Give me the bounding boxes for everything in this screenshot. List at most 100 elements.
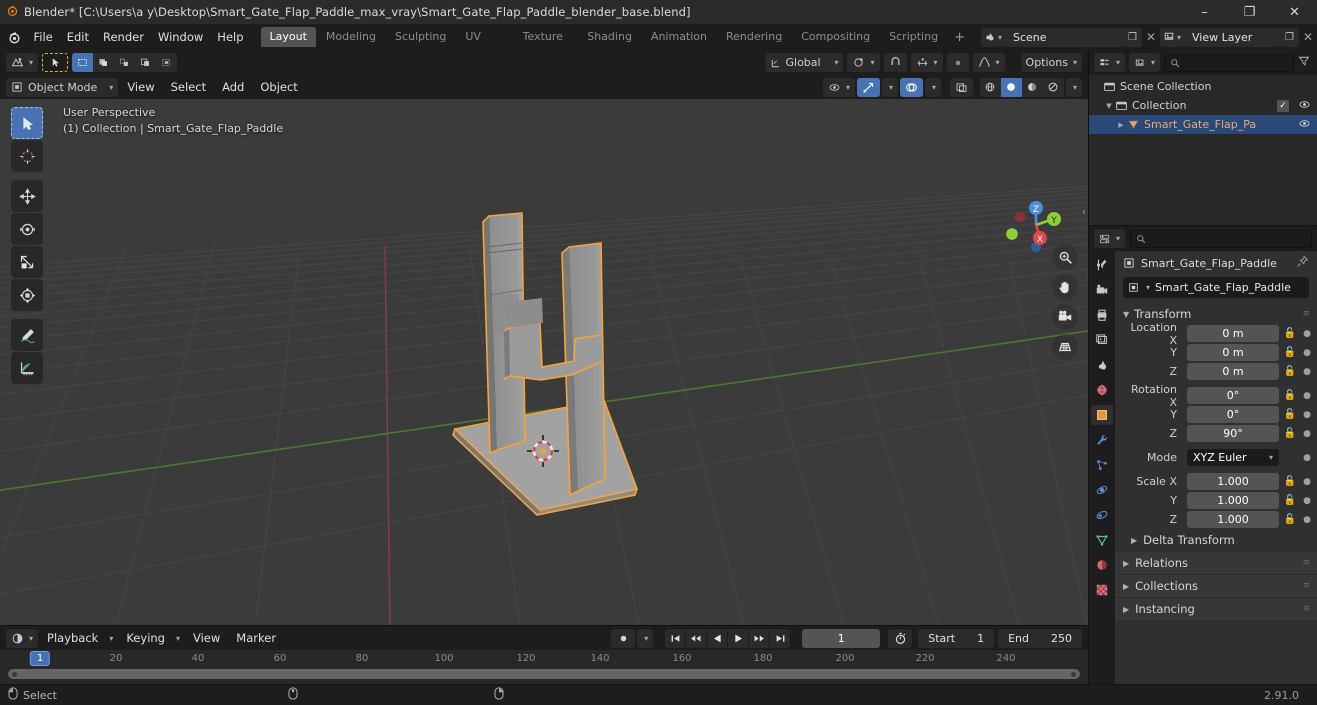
timeline-menu-playback[interactable]: Playback: [40, 629, 105, 648]
pan-hand-icon[interactable]: [1052, 274, 1078, 300]
tab-sculpting[interactable]: Sculpting: [386, 27, 455, 47]
proportional-edit-icon[interactable]: [946, 53, 969, 72]
prev-keyframe-button[interactable]: [686, 628, 707, 648]
location-z-field[interactable]: 0 m: [1187, 363, 1279, 380]
properties-tab-physics[interactable]: [1091, 480, 1113, 500]
timeline-scrollbar[interactable]: [8, 669, 1080, 679]
jump-to-start-button[interactable]: [665, 628, 686, 648]
annotate-tool[interactable]: [11, 319, 43, 351]
lock-icon[interactable]: 🔓: [1283, 428, 1297, 439]
properties-tab-tool[interactable]: [1091, 255, 1113, 275]
scale-y-field[interactable]: 1.000: [1187, 492, 1279, 509]
frame-range-start[interactable]: Start 1: [918, 628, 995, 648]
scale-z-field[interactable]: 1.000: [1187, 511, 1279, 528]
outliner-search-input[interactable]: [1164, 53, 1294, 72]
play-reverse-button[interactable]: [707, 628, 728, 648]
overlays-toggle-button[interactable]: [899, 77, 923, 97]
outliner-row-collection[interactable]: ▼ Collection ✓: [1089, 96, 1317, 115]
rotate-tool[interactable]: [11, 213, 43, 245]
viewport-menu-object[interactable]: Object: [253, 78, 304, 97]
tab-rendering[interactable]: Rendering: [717, 27, 791, 47]
shading-material-preview-icon[interactable]: [1022, 78, 1043, 97]
tab-compositing[interactable]: Compositing: [792, 27, 879, 47]
current-frame-field[interactable]: 1: [802, 628, 881, 648]
select-difference-icon[interactable]: [156, 53, 177, 72]
timeline-menu-view[interactable]: View: [186, 629, 227, 648]
transform-orientation-dropdown[interactable]: Global ▾: [765, 53, 844, 72]
transform-panel-header[interactable]: ▼ Transform ≡: [1115, 304, 1317, 324]
animate-property-dot[interactable]: ●: [1301, 515, 1313, 525]
scale-tool[interactable]: [11, 246, 43, 278]
move-tool[interactable]: [11, 180, 43, 212]
shading-options-dropdown[interactable]: ▾: [1065, 77, 1082, 97]
menu-window[interactable]: Window: [151, 27, 210, 47]
properties-tab-view-layer[interactable]: [1091, 330, 1113, 350]
animate-property-dot[interactable]: ●: [1301, 348, 1313, 358]
eye-icon[interactable]: [1298, 98, 1311, 114]
tab-scripting[interactable]: Scripting: [880, 27, 947, 47]
shading-solid-icon[interactable]: [1000, 77, 1022, 97]
animate-property-dot[interactable]: ●: [1301, 391, 1313, 401]
instancing-panel[interactable]: ▶ Instancing ≡: [1115, 597, 1317, 620]
timeline-menu-marker[interactable]: Marker: [229, 629, 283, 648]
view-layer-name-field[interactable]: View Layer: [1184, 27, 1280, 47]
viewport-menu-view[interactable]: View: [120, 78, 161, 97]
animate-property-dot[interactable]: ●: [1301, 429, 1313, 439]
properties-tab-scene[interactable]: [1091, 355, 1113, 375]
location-y-field[interactable]: 0 m: [1187, 344, 1279, 361]
select-subtract-icon[interactable]: [114, 53, 135, 72]
collections-panel[interactable]: ▶ Collections ≡: [1115, 574, 1317, 597]
tab-animation[interactable]: Animation: [642, 27, 716, 47]
tab-texture-paint[interactable]: Texture Paint: [514, 27, 578, 63]
eye-icon[interactable]: [1298, 117, 1311, 133]
auto-keying-options-dropdown[interactable]: ▾: [637, 628, 654, 648]
tab-modeling[interactable]: Modeling: [317, 27, 385, 47]
scale-x-field[interactable]: 1.000: [1187, 473, 1279, 490]
menu-edit[interactable]: Edit: [60, 27, 96, 47]
viewport-options-dropdown[interactable]: Options ▾: [1020, 53, 1082, 72]
timeline-menu-keying[interactable]: Keying: [119, 629, 172, 648]
frame-range-end[interactable]: End 250: [998, 628, 1082, 648]
close-button[interactable]: ✕: [1272, 0, 1317, 24]
outliner-row-object[interactable]: ▶ Smart_Gate_Flap_Pa: [1089, 115, 1317, 134]
auto-keying-icon[interactable]: [611, 628, 636, 648]
visibility-dropdown[interactable]: ▾: [822, 77, 855, 97]
tweak-select-tool[interactable]: [11, 107, 43, 139]
tab-shading[interactable]: Shading: [578, 27, 641, 47]
properties-tab-object[interactable]: [1091, 405, 1113, 425]
object-name-field[interactable]: ▾ Smart_Gate_Flap_Paddle: [1123, 277, 1309, 298]
lock-icon[interactable]: 🔓: [1283, 347, 1297, 358]
remove-view-layer-button[interactable]: ✕: [1299, 28, 1317, 47]
animate-property-dot[interactable]: ●: [1301, 496, 1313, 506]
properties-tab-world[interactable]: [1091, 380, 1113, 400]
remove-scene-button[interactable]: ✕: [1142, 28, 1160, 47]
relations-panel[interactable]: ▶ Relations ≡: [1115, 551, 1317, 574]
properties-tab-modifiers[interactable]: [1091, 430, 1113, 450]
outliner-editor-type-icon[interactable]: ▾: [1094, 53, 1126, 72]
shading-rendered-icon[interactable]: [1043, 78, 1064, 97]
use-preview-range-icon[interactable]: [888, 628, 913, 648]
scene-name-field[interactable]: Scene: [1004, 27, 1123, 47]
minimize-button[interactable]: –: [1182, 0, 1227, 24]
cursor-tool[interactable]: [11, 140, 43, 172]
lock-icon[interactable]: 🔓: [1283, 495, 1297, 506]
proportional-falloff-dropdown[interactable]: ▾: [972, 53, 1005, 72]
add-workspace-button[interactable]: +: [948, 30, 971, 45]
blender-menu-icon[interactable]: [2, 24, 26, 50]
sidebar-collapse-arrow-icon[interactable]: ‹: [1082, 205, 1086, 218]
rotation-z-field[interactable]: 90°: [1187, 425, 1279, 442]
animate-property-dot[interactable]: ●: [1301, 477, 1313, 487]
rotation-mode-dropdown[interactable]: XYZ Euler ▾: [1187, 449, 1279, 466]
select-intersect-icon[interactable]: [135, 53, 156, 72]
menu-render[interactable]: Render: [96, 27, 151, 47]
toggle-ortho-icon[interactable]: [1052, 334, 1078, 360]
location-x-field[interactable]: 0 m: [1187, 325, 1279, 342]
new-scene-button[interactable]: ❐: [1122, 27, 1142, 47]
object-mode-dropdown[interactable]: Object Mode ▾: [6, 77, 119, 97]
view-layer-browse-icon[interactable]: ▾: [1159, 27, 1184, 47]
select-extend-icon[interactable]: [93, 53, 114, 72]
tab-layout[interactable]: Layout: [260, 27, 316, 47]
rotation-y-field[interactable]: 0°: [1187, 406, 1279, 423]
lock-icon[interactable]: 🔓: [1283, 514, 1297, 525]
scene-browse-icon[interactable]: ▾: [980, 27, 1005, 47]
